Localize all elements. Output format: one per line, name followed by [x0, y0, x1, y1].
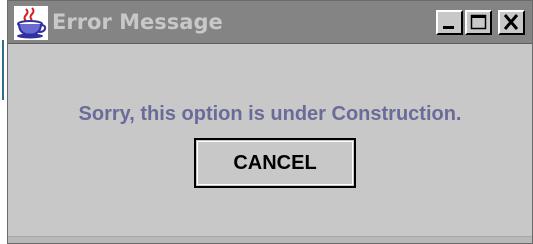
minimize-button[interactable]	[436, 10, 463, 35]
close-icon	[503, 14, 519, 30]
error-message-text: Sorry, this option is under Construction…	[78, 103, 462, 125]
title-bar[interactable]: Error Message	[8, 1, 532, 44]
window-bottom-edge	[8, 236, 532, 243]
error-dialog-window: Error Message Sorry, this option is unde…	[7, 0, 533, 244]
cancel-button[interactable]: CANCEL	[194, 138, 356, 188]
java-coffee-cup-icon	[14, 6, 48, 40]
close-button[interactable]	[498, 10, 525, 35]
window-title: Error Message	[52, 10, 223, 34]
maximize-icon	[470, 14, 487, 30]
maximize-button[interactable]	[465, 10, 492, 35]
minimize-icon	[443, 26, 454, 29]
dialog-content: Sorry, this option is under Construction…	[8, 44, 532, 243]
background-edge	[0, 0, 7, 244]
